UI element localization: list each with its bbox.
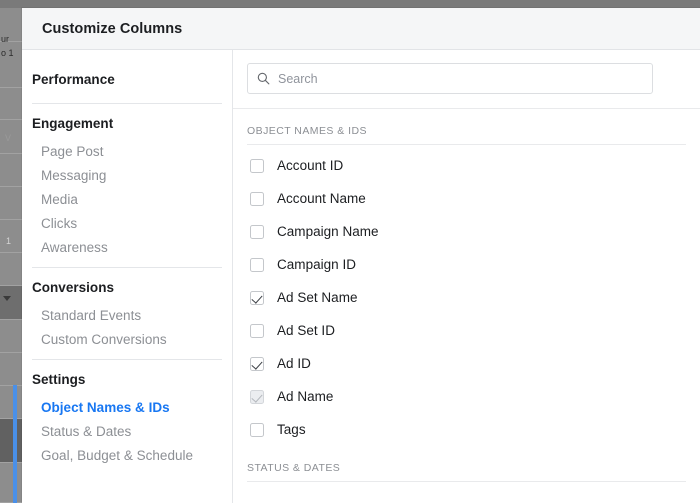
checkbox-row[interactable]: Campaign Name: [247, 215, 686, 248]
sidebar-item-status-dates[interactable]: Status & Dates: [22, 419, 232, 443]
option-sections: OBJECT NAMES & IDS Account ID Account Name…: [233, 109, 700, 486]
dialog-body: Performance Engagement Page Post Messaging M…: [22, 50, 700, 503]
checkbox-row[interactable]: Account ID: [247, 149, 686, 182]
checkbox-row[interactable]: Tags: [247, 413, 686, 446]
checkbox-label: Account ID: [277, 158, 344, 173]
checkbox-label: Ad Name: [277, 389, 334, 404]
sidebar-divider: [32, 103, 222, 104]
option-list: Account ID Account Name Campaign Name Campa…: [247, 145, 686, 446]
category-sidebar[interactable]: Performance Engagement Page Post Messaging M…: [22, 50, 233, 503]
search-input[interactable]: [278, 71, 643, 86]
nav-group-title: Performance: [32, 72, 115, 87]
page-title: Customize Columns: [42, 20, 183, 37]
background-text-fragment-1: ur: [1, 34, 10, 44]
checkbox-account-id[interactable]: [250, 158, 264, 173]
search-box[interactable]: [247, 63, 653, 94]
checkbox-label: Campaign ID: [277, 257, 357, 272]
sidebar-divider: [32, 359, 222, 360]
checkbox-row[interactable]: Ad Set ID: [247, 314, 686, 347]
nav-group-title: Engagement: [32, 116, 114, 131]
section-header: STATUS & DATES: [247, 446, 686, 482]
checkbox-account-name[interactable]: [250, 191, 264, 206]
nav-group: Engagement Page Post Messaging Media Clicks A…: [22, 108, 232, 259]
option-list: [247, 482, 686, 486]
checkbox-campaign-id[interactable]: [250, 257, 264, 272]
checkbox-row[interactable]: Campaign ID: [247, 248, 686, 281]
nav-group: Settings Object Names & IDs Status & Dates…: [22, 364, 232, 467]
sidebar-item-object-names-ids[interactable]: Object Names & IDs: [22, 395, 232, 419]
sidebar-item-clicks[interactable]: Clicks: [22, 211, 232, 235]
background-text-fragment-4: 1: [6, 236, 12, 246]
customize-columns-dialog: Customize Columns Performance Engagement P…: [22, 8, 700, 503]
sidebar-item-goal-budget-schedule[interactable]: Goal, Budget & Schedule: [22, 443, 232, 467]
sidebar-divider: [32, 267, 222, 268]
checkbox-ad-set-id[interactable]: [250, 323, 264, 338]
background-top-bar: [0, 0, 700, 8]
checkbox-label: Campaign Name: [277, 224, 379, 239]
background-selection-bar: [13, 385, 17, 503]
checkbox-ad-id[interactable]: [250, 356, 264, 371]
sidebar-item-awareness[interactable]: Awareness: [22, 235, 232, 259]
nav-group-title: Conversions: [32, 280, 114, 295]
checkbox-ad-set-name[interactable]: [250, 290, 264, 305]
nav-group: Performance: [22, 64, 232, 95]
nav-group-title: Settings: [32, 372, 86, 387]
checkbox-campaign-name[interactable]: [250, 224, 264, 239]
checkbox-row: Ad Name: [247, 380, 686, 413]
dialog-header: Customize Columns: [22, 8, 700, 50]
nav-group: Conversions Standard Events Custom Convers…: [22, 272, 232, 351]
checkbox-row[interactable]: Account Name: [247, 182, 686, 215]
column-options-panel: OBJECT NAMES & IDS Account ID Account Name…: [233, 50, 700, 503]
sidebar-item-messaging[interactable]: Messaging: [22, 163, 232, 187]
checkbox-label: Account Name: [277, 191, 366, 206]
section-header: OBJECT NAMES & IDS: [247, 109, 686, 145]
sidebar-item-standard-events[interactable]: Standard Events: [22, 303, 232, 327]
background-table-strip: [0, 0, 22, 503]
checkbox-row[interactable]: Ad ID: [247, 347, 686, 380]
checkbox-label: Ad ID: [277, 356, 311, 371]
search-bar-container: [233, 50, 700, 109]
checkbox-label: Ad Set ID: [277, 323, 335, 338]
checkbox-label: Tags: [277, 422, 306, 437]
background-caret-icon: [3, 296, 11, 301]
search-icon: [257, 72, 270, 85]
sidebar-item-media[interactable]: Media: [22, 187, 232, 211]
sidebar-item-custom-conversions[interactable]: Custom Conversions: [22, 327, 232, 351]
background-text-fragment-2: o 1: [1, 48, 14, 58]
option-section: OBJECT NAMES & IDS Account ID Account Name…: [233, 109, 700, 446]
checkbox-tags[interactable]: [250, 422, 264, 437]
checkbox-ad-name: [250, 389, 264, 404]
background-text-fragment-3: V: [5, 133, 12, 143]
option-section: STATUS & DATES: [233, 446, 700, 486]
checkbox-label: Ad Set Name: [277, 290, 358, 305]
checkbox-row[interactable]: Ad Set Name: [247, 281, 686, 314]
sidebar-item-page-post[interactable]: Page Post: [22, 139, 232, 163]
